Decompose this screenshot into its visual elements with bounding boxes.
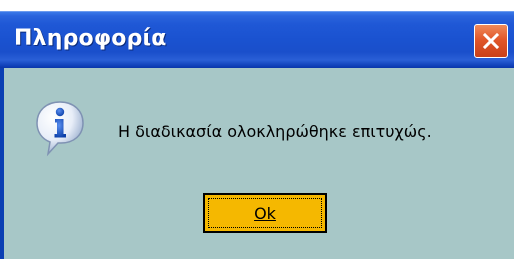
close-button[interactable] [474, 24, 508, 58]
ok-button-focus-rect[interactable]: Ok [208, 198, 322, 228]
message-dialog: Πληροφορία Η διαδικασία ολοκληρώθηκε επι [0, 0, 514, 259]
window-title: Πληροφορία [14, 26, 167, 51]
ok-button-face[interactable]: Ok [205, 195, 325, 231]
ok-button-label: Ok [254, 203, 276, 223]
title-bar-top-edge [0, 0, 514, 11]
title-bar[interactable]: Πληροφορία [0, 0, 514, 68]
window-left-border [0, 68, 4, 259]
dialog-message: Η διαδικασία ολοκληρώθηκε επιτυχώς. [118, 122, 432, 141]
ok-button[interactable]: Ok [203, 193, 327, 233]
info-icon [36, 101, 84, 157]
close-icon [482, 32, 500, 50]
